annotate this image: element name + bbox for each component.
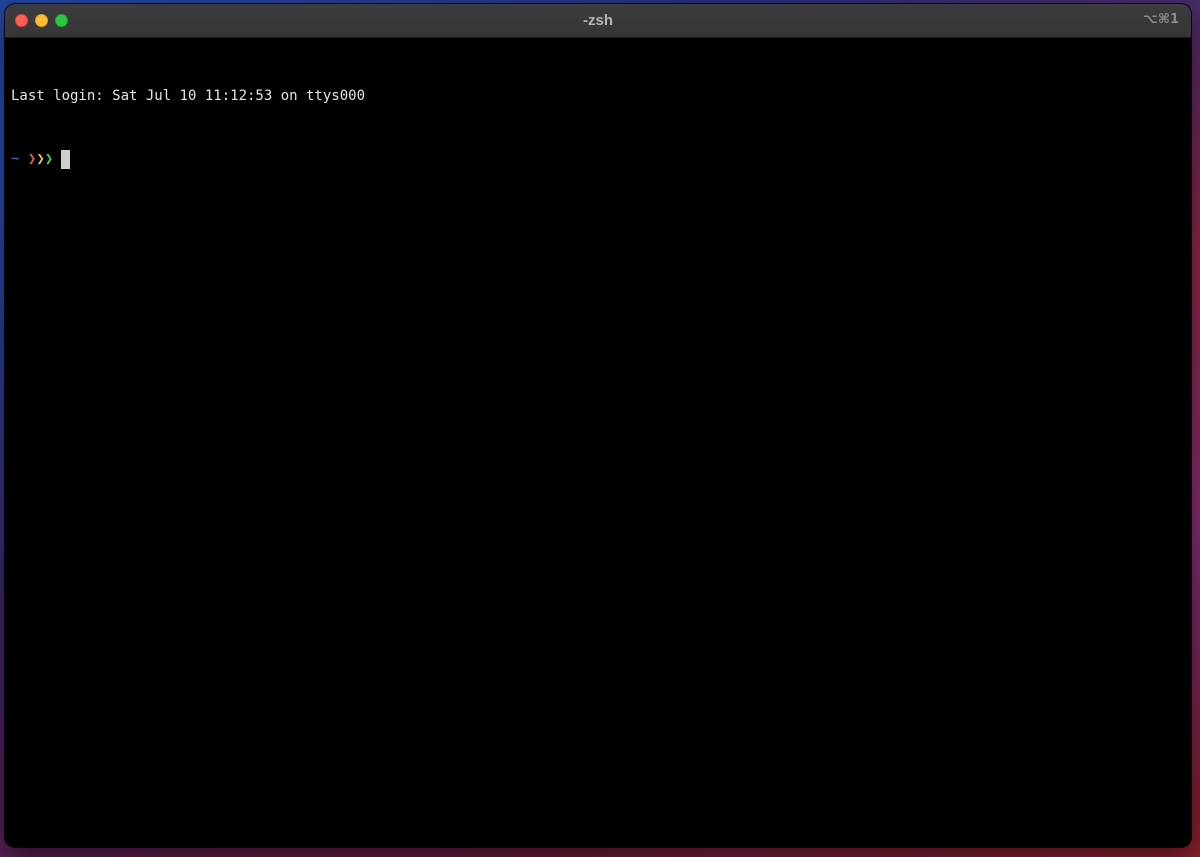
- terminal-content[interactable]: Last login: Sat Jul 10 11:12:53 on ttys0…: [5, 38, 1191, 212]
- window-shortcut: ⌥⌘1: [1142, 12, 1179, 27]
- terminal-window[interactable]: -zsh ⌥⌘1 Last login: Sat Jul 10 11:12:53…: [5, 4, 1191, 847]
- prompt-chevron-red: ❯: [27, 151, 37, 167]
- window-title: -zsh: [583, 12, 613, 29]
- title-bar[interactable]: -zsh ⌥⌘1: [5, 4, 1191, 38]
- prompt-chevron-yellow: ❯: [36, 151, 45, 167]
- last-login-line: Last login: Sat Jul 10 11:12:53 on ttys0…: [11, 88, 366, 104]
- text-cursor[interactable]: [61, 150, 71, 169]
- prompt-directory: ~: [11, 151, 20, 167]
- prompt-chevron-green: ❯: [44, 151, 54, 167]
- prompt-line: ~ ❯ ❯ ❯: [11, 149, 1185, 170]
